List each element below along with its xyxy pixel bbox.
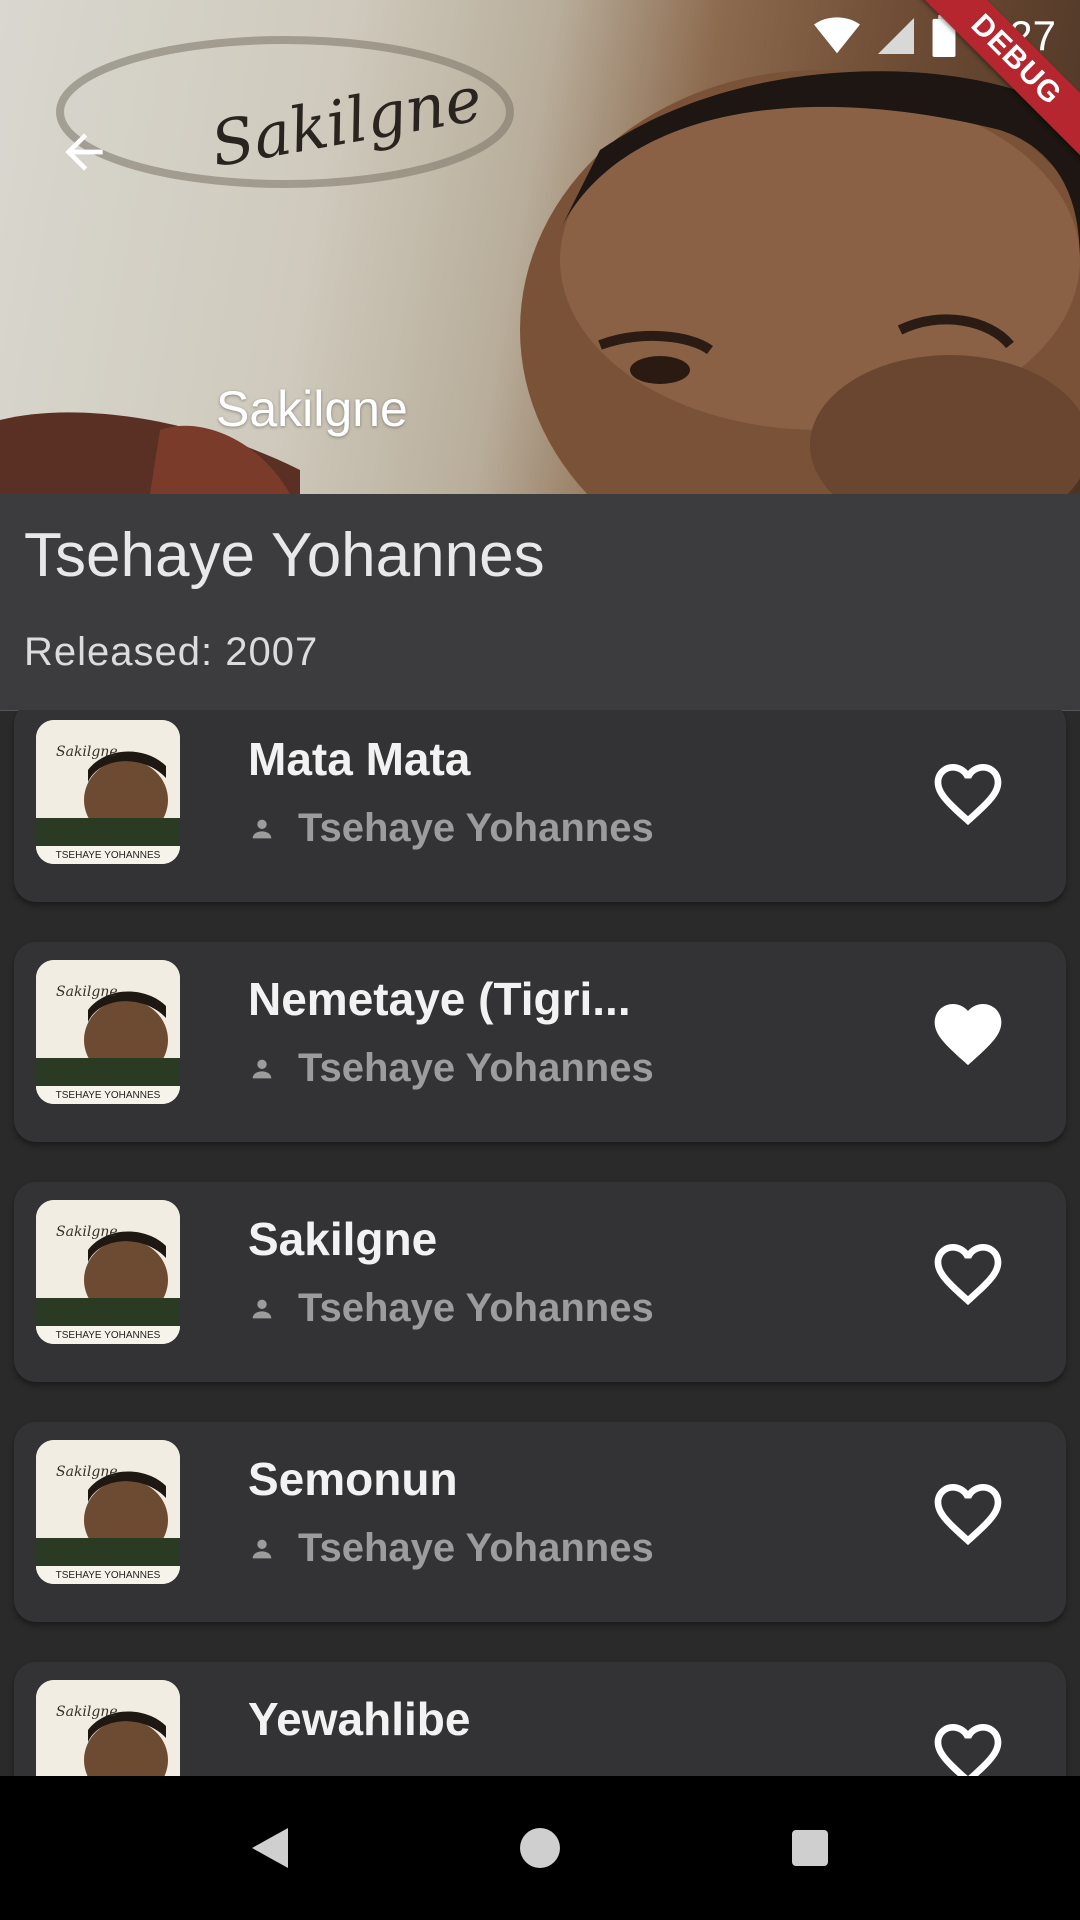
song-artist-row: Tsehaye Yohannes [248, 806, 654, 851]
nav-back-button[interactable] [220, 1798, 320, 1898]
album-header: Sakilgne Sakilgne [0, 0, 1080, 494]
song-card[interactable]: Sakilgne TSEHAYE YOHANNES Mata Mata Tseh… [14, 710, 1066, 902]
favorite-button[interactable] [926, 752, 1010, 836]
svg-text:Sakilgne: Sakilgne [56, 1704, 118, 1720]
song-thumbnail: Sakilgne [36, 1680, 180, 1776]
song-thumbnail: Sakilgne TSEHAYE YOHANNES [36, 1200, 180, 1344]
song-card[interactable]: Sakilgne TSEHAYE YOHANNES Semonun Tsehay… [14, 1422, 1066, 1622]
nav-home-button[interactable] [490, 1798, 590, 1898]
svg-text:Sakilgne: Sakilgne [56, 984, 118, 1000]
signal-icon [878, 18, 915, 54]
person-icon [252, 1539, 272, 1558]
song-artist: Tsehaye Yohannes [298, 1046, 654, 1090]
person-icon [252, 1059, 272, 1078]
heart-outline-icon [934, 1484, 1002, 1546]
song-artist-row: Tsehaye Yohannes [248, 1286, 654, 1331]
song-thumbnail: Sakilgne TSEHAYE YOHANNES [36, 960, 180, 1104]
song-card[interactable]: Sakilgne TSEHAYE YOHANNES Sakilgne Tseha… [14, 1182, 1066, 1382]
favorite-button[interactable] [926, 1712, 1010, 1776]
song-title: Semonun [248, 1453, 458, 1505]
triangle-back-icon [252, 1828, 288, 1868]
release-date: Released: 2007 [24, 630, 319, 674]
favorite-button[interactable] [926, 992, 1010, 1076]
song-artist: Tsehaye Yohannes [298, 1526, 654, 1570]
circle-home-icon [520, 1828, 560, 1868]
svg-text:Sakilgne: Sakilgne [56, 744, 118, 760]
song-thumbnail: Sakilgne TSEHAYE YOHANNES [36, 720, 180, 864]
album-title: Sakilgne [216, 381, 408, 437]
song-list[interactable]: Sakilgne TSEHAYE YOHANNES Mata Mata Tseh… [0, 710, 1080, 1776]
song-title: Mata Mata [248, 733, 471, 785]
svg-text:Sakilgne: Sakilgne [56, 1224, 118, 1240]
thumbnail-caption: TSEHAYE YOHANNES [55, 1090, 161, 1101]
song-title: Yewahlibe [248, 1693, 471, 1745]
system-nav-bar [0, 1776, 1080, 1920]
song-artist: Tsehaye Yohannes [298, 806, 654, 850]
svg-text:Sakilgne: Sakilgne [56, 1464, 118, 1480]
song-thumbnail: Sakilgne TSEHAYE YOHANNES [36, 1440, 180, 1584]
arrow-left-icon [65, 133, 103, 171]
artist-name: Tsehaye Yohannes [24, 521, 545, 590]
album-screen: Sakilgne Sakilgne 4:27 DEBUG Tsehaye Yoh… [0, 0, 1080, 1920]
heart-outline-icon [934, 1724, 1002, 1776]
thumbnail-caption: TSEHAYE YOHANNES [55, 1570, 161, 1581]
favorite-button[interactable] [926, 1472, 1010, 1556]
song-card[interactable]: Sakilgne Yewahlibe [14, 1662, 1066, 1776]
song-card[interactable]: Sakilgne TSEHAYE YOHANNES Nemetaye (Tigr… [14, 942, 1066, 1142]
heart-outline-icon [934, 1244, 1002, 1306]
wifi-icon [814, 17, 861, 54]
song-artist: Tsehaye Yohannes [298, 1286, 654, 1330]
person-icon [252, 1299, 272, 1318]
song-artist-row: Tsehaye Yohannes [248, 1526, 654, 1571]
square-recents-icon [792, 1830, 828, 1866]
thumbnail-caption: TSEHAYE YOHANNES [55, 850, 161, 861]
album-info-panel: Tsehaye Yohannes Released: 2007 [0, 494, 1080, 711]
song-title: Nemetaye (Tigri... [248, 973, 631, 1025]
song-artist-row: Tsehaye Yohannes [248, 1046, 654, 1091]
favorite-button[interactable] [926, 1232, 1010, 1316]
nav-recents-button[interactable] [760, 1798, 860, 1898]
song-title: Sakilgne [248, 1213, 438, 1265]
person-icon [252, 819, 272, 838]
back-button[interactable] [48, 116, 120, 188]
thumbnail-caption: TSEHAYE YOHANNES [55, 1330, 161, 1341]
heart-filled-icon [934, 1004, 1002, 1066]
heart-outline-icon [934, 764, 1002, 826]
album-cover-art [0, 36, 1080, 494]
